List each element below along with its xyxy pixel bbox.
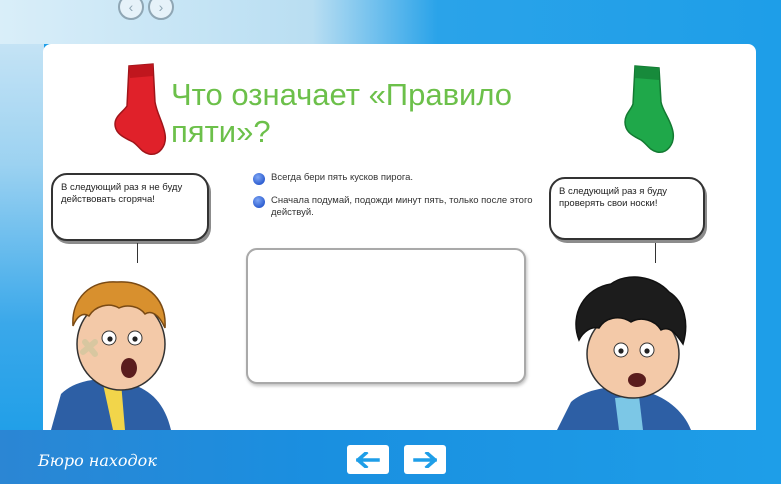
- back-circle-icon[interactable]: ‹: [118, 0, 144, 20]
- answer-option-1[interactable]: Всегда бери пять кусков пирога.: [253, 172, 413, 185]
- green-sock-icon: [624, 65, 675, 153]
- content-panel: Что означает «Правило пяти»? В следующий…: [43, 44, 756, 430]
- left-edge-decoration: [0, 44, 44, 444]
- top-strip: ‹ ›: [0, 0, 781, 44]
- next-button[interactable]: [404, 445, 446, 474]
- red-sock-icon: [114, 63, 167, 155]
- top-nav: ‹ ›: [118, 0, 174, 20]
- answer-option-1-label: Всегда бери пять кусков пирога.: [271, 172, 414, 183]
- answer-box[interactable]: [246, 248, 526, 384]
- arrow-right-icon: [413, 451, 437, 468]
- prev-button[interactable]: [347, 445, 389, 474]
- speech-bubble-left: В следующий раз я не буду действовать сг…: [51, 173, 209, 241]
- boy-left-illustration: [51, 281, 171, 430]
- page-title: Что означает «Правило пяти»?: [171, 77, 513, 149]
- bureau-link[interactable]: Бюро находок: [38, 451, 157, 470]
- forward-circle-icon[interactable]: ›: [148, 0, 174, 20]
- answer-option-2-label: Сначала подумай, подожди минут пять, тол…: [271, 195, 533, 218]
- boy-right-illustration: [557, 276, 691, 430]
- speech-bubble-right: В следующий раз я буду проверять свои но…: [549, 177, 705, 240]
- radio-bullet-icon[interactable]: [253, 196, 265, 208]
- radio-bullet-icon[interactable]: [253, 173, 265, 185]
- answer-option-2[interactable]: Сначала подумай, подожди минут пять, тол…: [253, 195, 551, 219]
- arrow-left-icon: [356, 451, 380, 468]
